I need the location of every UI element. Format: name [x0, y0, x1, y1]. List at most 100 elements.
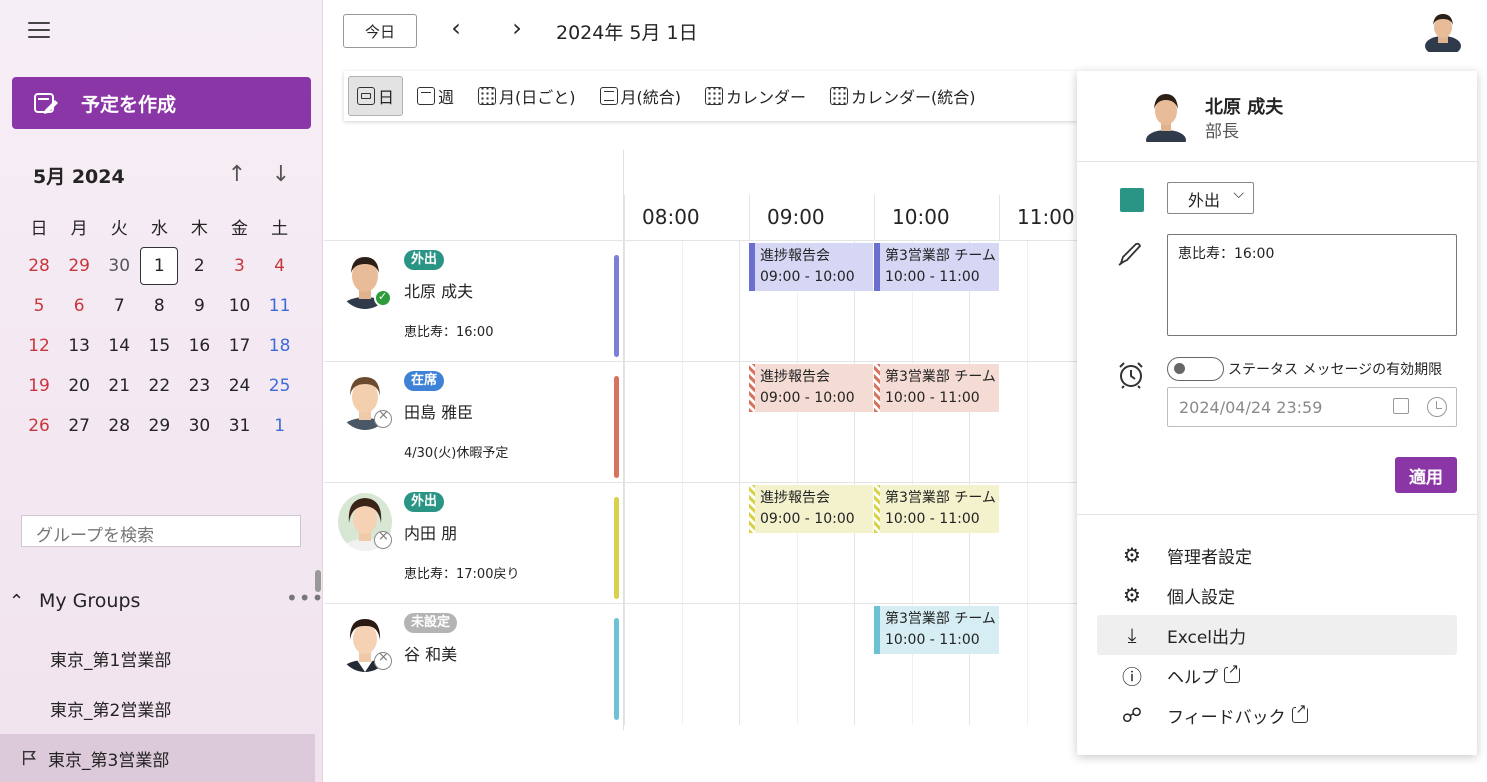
calendar-day[interactable]: 23 [179, 376, 219, 396]
calendar-day[interactable]: 29 [139, 416, 179, 436]
tab-month-merged[interactable]: 月(統合) [590, 76, 692, 116]
calendar-day[interactable]: 1 [260, 416, 300, 436]
prev-month-arrow-icon[interactable]: ↑ [225, 162, 249, 190]
calendar-day-selected[interactable]: 1 [140, 247, 179, 285]
calendar-day[interactable]: 13 [59, 336, 99, 356]
create-event-button[interactable]: 予定を作成 [12, 77, 311, 129]
my-groups-label: My Groups [39, 590, 141, 612]
person-name: 内田 朋 [404, 524, 458, 543]
menu-help[interactable]: ⓘ ヘルプ [1097, 655, 1457, 695]
calendar-day[interactable]: 3 [219, 256, 259, 276]
calendar-day[interactable]: 19 [19, 376, 59, 396]
event-block[interactable]: 進捗報告会 09:00 - 10:00 [749, 485, 873, 533]
person-name: 谷 和美 [404, 645, 458, 664]
calendar-day[interactable]: 25 [260, 376, 300, 396]
menu-admin-settings[interactable]: ⚙ 管理者設定 [1097, 535, 1457, 575]
status-select-value: 外出 [1188, 191, 1221, 210]
calendar-day[interactable]: 22 [139, 376, 179, 396]
event-block[interactable]: 進捗報告会 09:00 - 10:00 [749, 243, 873, 291]
calendar-day[interactable]: 16 [179, 336, 219, 356]
calendar-day[interactable]: 30 [179, 416, 219, 436]
time-slot-label: 10:00 [874, 195, 999, 241]
calendar-day[interactable]: 12 [19, 336, 59, 356]
next-month-arrow-icon[interactable]: ↓ [269, 162, 293, 190]
calendar-day[interactable]: 17 [219, 336, 259, 356]
expiry-toggle[interactable] [1167, 357, 1224, 381]
person-name: 北原 成夫 [404, 282, 474, 301]
calendar-week: 19 20 21 22 23 24 25 [19, 366, 300, 406]
prev-day-icon[interactable]: ‹ [441, 14, 471, 44]
day-view-icon [357, 87, 375, 105]
calendar-day[interactable]: 8 [139, 296, 179, 316]
gear-icon: ⚙ [1123, 583, 1141, 607]
event-stripe [749, 364, 755, 412]
event-stripe [874, 243, 880, 291]
event-block[interactable]: 第3営業部 チーム 10:00 - 11:00 [874, 485, 999, 533]
status-select[interactable]: 外出 ⌵ [1167, 182, 1254, 214]
calendar-day[interactable]: 20 [59, 376, 99, 396]
menu-label: Excel出力 [1167, 627, 1247, 648]
calendar-day[interactable]: 10 [219, 296, 259, 316]
calendar-day[interactable]: 24 [219, 376, 259, 396]
calendar-day[interactable]: 5 [19, 296, 59, 316]
event-title: 進捗報告会 [760, 490, 830, 506]
hamburger-menu-icon[interactable] [28, 22, 50, 38]
calendar-day[interactable]: 7 [99, 296, 139, 316]
tab-day[interactable]: 日 [348, 76, 404, 116]
calendar-day[interactable]: 28 [99, 416, 139, 436]
tab-calendar[interactable]: カレンダー [695, 76, 816, 116]
calendar-day[interactable]: 27 [59, 416, 99, 436]
calendar-day[interactable]: 28 [19, 256, 59, 276]
user-avatar[interactable] [1424, 10, 1462, 52]
expiry-label: ステータス メッセージの有効期限 [1228, 362, 1443, 378]
clock-icon[interactable] [1427, 397, 1447, 417]
calendar-icon[interactable] [1393, 398, 1409, 414]
color-bar [614, 255, 619, 357]
status-message-input[interactable]: 恵比寿：16:00 [1167, 234, 1457, 336]
tab-label: 月(統合) [620, 88, 682, 107]
group-item[interactable]: 東京_第1営業部 [50, 646, 171, 671]
event-block[interactable]: 第3営業部 チーム 10:00 - 11:00 [874, 243, 999, 291]
group-item-active[interactable]: 東京_第3営業部 [0, 734, 315, 782]
group-item[interactable]: 東京_第2営業部 [50, 696, 171, 721]
tab-week[interactable]: 週 [407, 76, 464, 116]
calendar-day[interactable]: 2 [179, 256, 219, 276]
tab-month-daily[interactable]: 月(日ごと) [468, 76, 586, 116]
expiry-datetime-input[interactable]: 2024/04/24 23:59 [1167, 387, 1457, 427]
calendar-day[interactable]: 30 [99, 256, 139, 276]
event-time: 10:00 - 11:00 [885, 390, 980, 406]
calendar-day[interactable]: 9 [179, 296, 219, 316]
calendar-day[interactable]: 21 [99, 376, 139, 396]
calendar-day[interactable]: 11 [260, 296, 300, 316]
status-message: 恵比寿：16:00 [404, 325, 494, 340]
more-options-icon[interactable]: ••• [286, 586, 324, 610]
profile-title: 部長 [1205, 122, 1239, 142]
calendar-day[interactable]: 4 [259, 256, 299, 276]
event-block[interactable]: 第3営業部 チーム 10:00 - 11:00 [874, 364, 999, 412]
calendar-day[interactable]: 15 [139, 336, 179, 356]
today-button[interactable]: 今日 [343, 14, 417, 48]
calendar-day[interactable]: 31 [219, 416, 259, 436]
event-block[interactable]: 進捗報告会 09:00 - 10:00 [749, 364, 873, 412]
tab-label: カレンダー(統合) [851, 88, 976, 107]
calendar-day[interactable]: 14 [99, 336, 139, 356]
status-color-swatch [1120, 188, 1144, 212]
calendar-day[interactable]: 29 [59, 256, 99, 276]
event-stripe [874, 364, 880, 412]
group-search-input[interactable]: グループを検索 [21, 515, 301, 547]
apply-button[interactable]: 適用 [1395, 457, 1457, 493]
menu-excel-export[interactable]: ⤓ Excel出力 [1097, 615, 1457, 655]
menu-feedback[interactable]: ☍ フィードバック [1097, 695, 1457, 735]
calendar-day[interactable]: 26 [19, 416, 59, 436]
list-icon [599, 87, 618, 105]
calendar-day[interactable]: 18 [260, 336, 300, 356]
menu-personal-settings[interactable]: ⚙ 個人設定 [1097, 575, 1457, 615]
external-link-icon [1291, 702, 1308, 723]
mini-calendar: 日 月 火 水 木 金 土 28 29 30 1 2 3 4 5 6 7 8 9… [19, 206, 300, 446]
next-day-icon[interactable]: › [502, 14, 532, 44]
my-groups-toggle[interactable]: ⌃ My Groups [9, 590, 309, 612]
calendar-day[interactable]: 6 [59, 296, 99, 316]
tab-calendar-merged[interactable]: カレンダー(統合) [820, 76, 986, 116]
event-title: 第3営業部 チーム [885, 248, 996, 264]
event-block[interactable]: 第3営業部 チーム 10:00 - 11:00 [874, 606, 999, 654]
